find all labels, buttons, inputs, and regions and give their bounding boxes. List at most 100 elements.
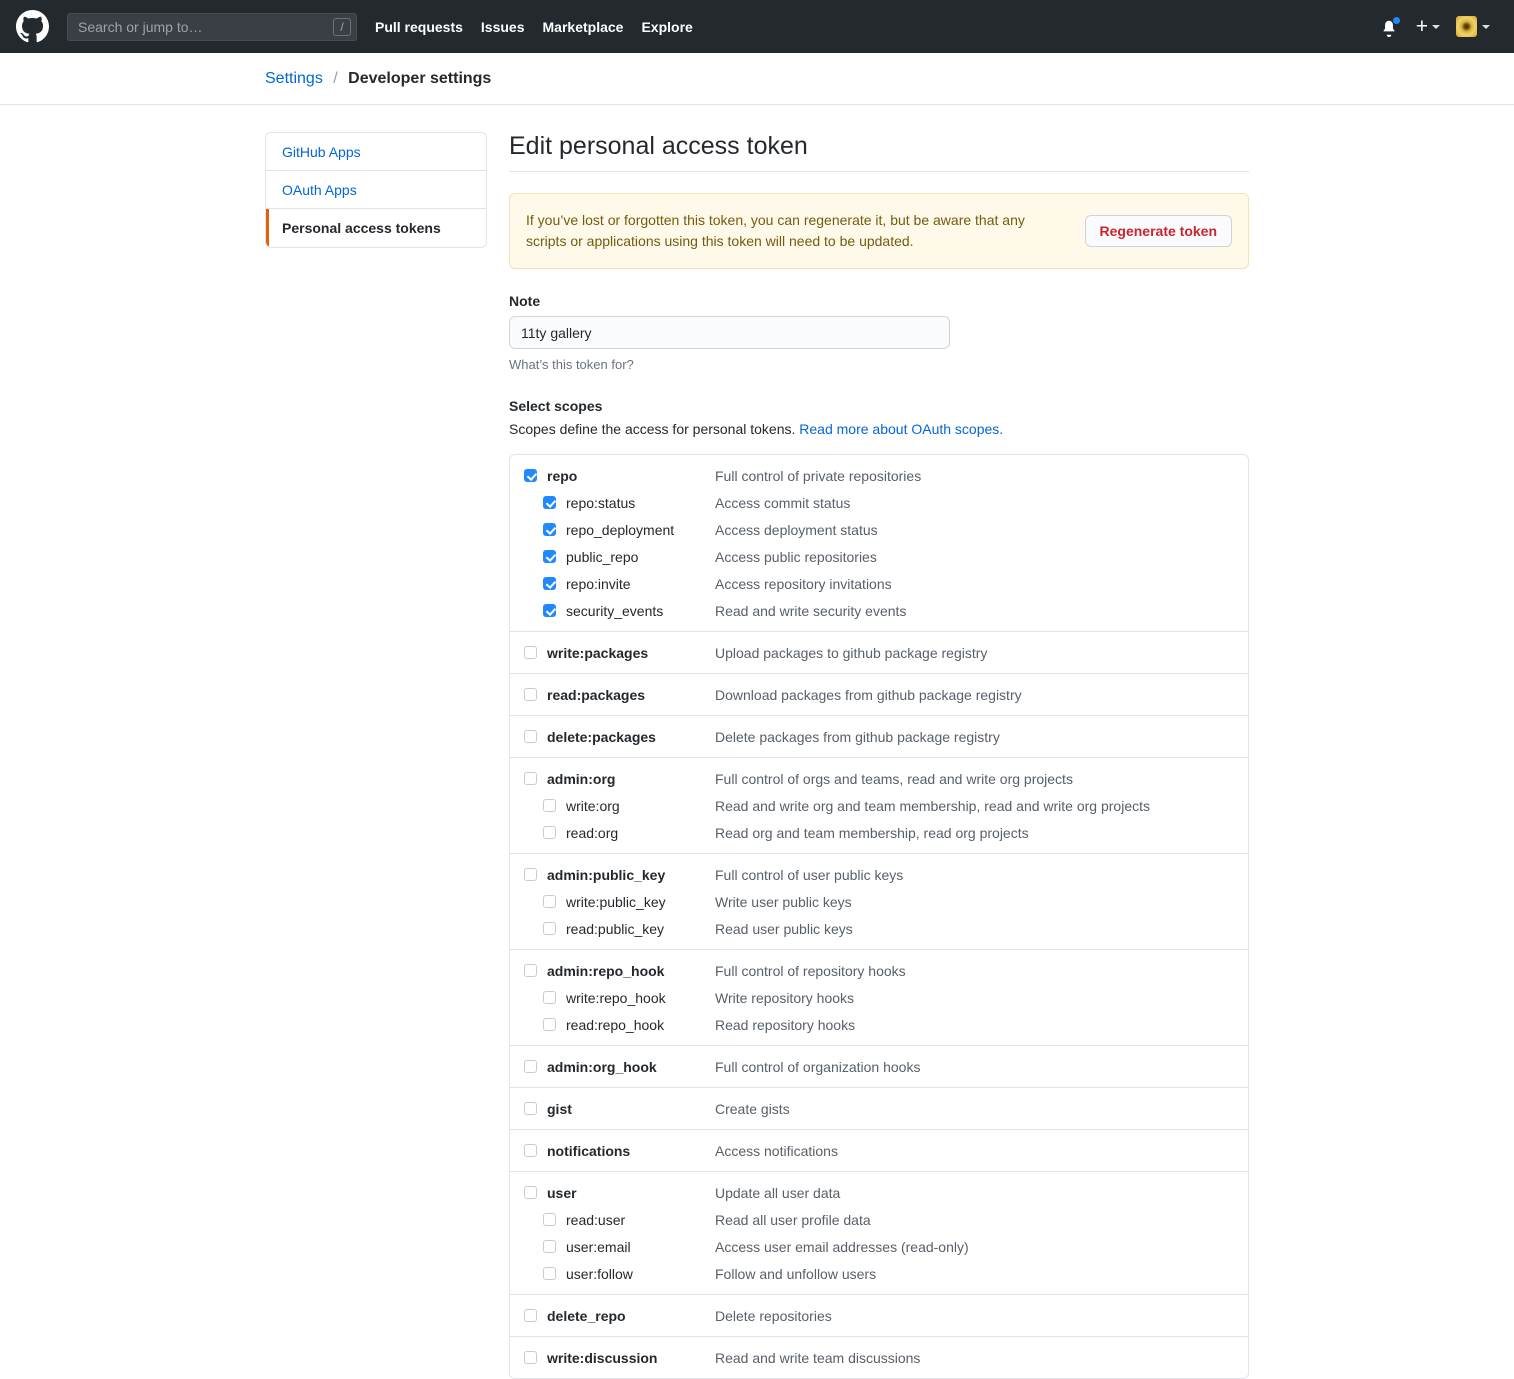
scope-row-repo[interactable]: repo Full control of private repositories: [510, 462, 1248, 489]
scope-checkbox-admin-repo-hook[interactable]: [524, 964, 537, 977]
scope-checkbox-write-org[interactable]: [543, 799, 556, 812]
scope-row-repo-status[interactable]: repo:status Access commit status: [510, 489, 1248, 516]
scope-row-gist[interactable]: gist Create gists: [510, 1095, 1248, 1122]
scope-name: repo: [547, 467, 578, 484]
scope-row-admin-public-key[interactable]: admin:public_key Full control of user pub…: [510, 861, 1248, 888]
breadcrumb-settings-link[interactable]: Settings: [265, 70, 323, 87]
scope-checkbox-notifications[interactable]: [524, 1144, 537, 1157]
scope-row-user[interactable]: user Update all user data: [510, 1179, 1248, 1206]
scope-group: delete:packages Delete packages from gith…: [510, 716, 1248, 758]
scope-checkbox-read-repo-hook[interactable]: [543, 1018, 556, 1031]
scope-checkbox-security-events[interactable]: [543, 604, 556, 617]
scope-checkbox-admin-public-key[interactable]: [524, 868, 537, 881]
scope-row-admin-repo-hook[interactable]: admin:repo_hook Full control of repositor…: [510, 957, 1248, 984]
scope-checkbox-read-packages[interactable]: [524, 688, 537, 701]
scope-row-read-packages[interactable]: read:packages Download packages from gith…: [510, 681, 1248, 708]
scope-group: read:packages Download packages from gith…: [510, 674, 1248, 716]
scope-checkbox-delete-repo[interactable]: [524, 1309, 537, 1322]
scope-name: delete_repo: [547, 1307, 626, 1324]
oauth-scopes-link[interactable]: Read more about OAuth scopes.: [799, 421, 1003, 437]
scope-row-repo-invite[interactable]: repo:invite Access repository invitations: [510, 570, 1248, 597]
scope-row-write-packages[interactable]: write:packages Upload packages to github …: [510, 639, 1248, 666]
scope-row-user-email[interactable]: user:email Access user email addresses (r…: [510, 1233, 1248, 1260]
scope-checkbox-user-follow[interactable]: [543, 1267, 556, 1280]
scope-row-read-org[interactable]: read:org Read org and team membership, re…: [510, 819, 1248, 846]
scope-row-write-org[interactable]: write:org Read and write org and team mem…: [510, 792, 1248, 819]
scope-row-write-repo-hook[interactable]: write:repo_hook Write repository hooks: [510, 984, 1248, 1011]
scope-row-write-public-key[interactable]: write:public_key Write user public keys: [510, 888, 1248, 915]
github-octocat-icon[interactable]: [16, 10, 49, 43]
scope-checkbox-gist[interactable]: [524, 1102, 537, 1115]
nav-explore[interactable]: Explore: [641, 19, 692, 35]
scope-row-repo-deployment[interactable]: repo_deployment Access deployment status: [510, 516, 1248, 543]
scope-row-read-user[interactable]: read:user Read all user profile data: [510, 1206, 1248, 1233]
scope-group: gist Create gists: [510, 1088, 1248, 1130]
note-input[interactable]: [509, 316, 950, 349]
scope-description: Write repository hooks: [715, 989, 855, 1006]
search-box[interactable]: /: [67, 12, 357, 41]
main-content: Edit personal access token If you’ve los…: [509, 132, 1249, 1379]
scope-row-read-public-key[interactable]: read:public_key Read user public keys: [510, 915, 1248, 942]
note-label: Note: [509, 293, 541, 309]
scope-name: write:org: [566, 797, 620, 814]
scope-row-notifications[interactable]: notifications Access notifications: [510, 1137, 1248, 1164]
search-input[interactable]: [67, 12, 357, 41]
sidebar-item-github-apps[interactable]: GitHub Apps: [266, 133, 486, 171]
scope-group: repo Full control of private repositories…: [510, 455, 1248, 632]
scope-row-admin-org-hook[interactable]: admin:org_hook Full control of organizati…: [510, 1053, 1248, 1080]
scope-checkbox-read-public-key[interactable]: [543, 922, 556, 935]
scope-row-public-repo[interactable]: public_repo Access public repositories: [510, 543, 1248, 570]
scope-checkbox-repo[interactable]: [524, 469, 537, 482]
scope-row-delete-packages[interactable]: delete:packages Delete packages from gith…: [510, 723, 1248, 750]
scope-checkbox-write-repo-hook[interactable]: [543, 991, 556, 1004]
page-title: Edit personal access token: [509, 132, 1249, 172]
scope-checkbox-admin-org-hook[interactable]: [524, 1060, 537, 1073]
scope-checkbox-user-email[interactable]: [543, 1240, 556, 1253]
nav-marketplace[interactable]: Marketplace: [543, 19, 624, 35]
scopes-list: repo Full control of private repositories…: [509, 454, 1249, 1379]
scope-row-security-events[interactable]: security_events Read and write security e…: [510, 597, 1248, 624]
create-new-button[interactable]: +: [1416, 16, 1440, 37]
scope-checkbox-read-user[interactable]: [543, 1213, 556, 1226]
notifications-button[interactable]: [1380, 15, 1401, 38]
scope-row-user-follow[interactable]: user:follow Follow and unfollow users: [510, 1260, 1248, 1287]
nav-pull-requests[interactable]: Pull requests: [375, 19, 463, 35]
note-hint: What’s this token for?: [509, 357, 634, 372]
scope-checkbox-repo-deployment[interactable]: [543, 523, 556, 536]
scope-row-write-discussion[interactable]: write:discussion Read and write team disc…: [510, 1344, 1248, 1371]
regenerate-token-button[interactable]: Regenerate token: [1084, 215, 1232, 247]
developer-settings-sidebar: GitHub Apps OAuth Apps Personal access t…: [265, 132, 487, 248]
page-body: GitHub Apps OAuth Apps Personal access t…: [0, 105, 1514, 1379]
scope-group: admin:org_hook Full control of organizati…: [510, 1046, 1248, 1088]
scope-description: Access user email addresses (read-only): [715, 1238, 969, 1255]
scopes-description-text: Scopes define the access for personal to…: [509, 421, 800, 437]
sidebar-item-personal-access-tokens[interactable]: Personal access tokens: [266, 209, 486, 247]
scope-name: read:user: [566, 1211, 626, 1228]
scope-checkbox-admin-org[interactable]: [524, 772, 537, 785]
scope-group: notifications Access notifications: [510, 1130, 1248, 1172]
user-menu-button[interactable]: [1456, 16, 1490, 37]
primary-nav: Pull requests Issues Marketplace Explore: [375, 19, 693, 35]
scope-description: Full control of private repositories: [715, 467, 922, 484]
scope-checkbox-write-public-key[interactable]: [543, 895, 556, 908]
scope-name: admin:repo_hook: [547, 962, 665, 979]
scope-name: write:packages: [547, 644, 649, 661]
scope-name: user:email: [566, 1238, 631, 1255]
scope-checkbox-write-discussion[interactable]: [524, 1351, 537, 1364]
scope-checkbox-public-repo[interactable]: [543, 550, 556, 563]
scope-name: admin:org_hook: [547, 1058, 657, 1075]
scope-checkbox-repo-invite[interactable]: [543, 577, 556, 590]
scope-row-delete-repo[interactable]: delete_repo Delete repositories: [510, 1302, 1248, 1329]
scope-row-admin-org[interactable]: admin:org Full control of orgs and teams,…: [510, 765, 1248, 792]
scope-description: Access repository invitations: [715, 575, 892, 592]
scope-description: Access public repositories: [715, 548, 877, 565]
sidebar-item-label: Personal access tokens: [282, 220, 441, 236]
scope-checkbox-read-org[interactable]: [543, 826, 556, 839]
nav-issues[interactable]: Issues: [481, 19, 525, 35]
scope-checkbox-user[interactable]: [524, 1186, 537, 1199]
scope-checkbox-delete-packages[interactable]: [524, 730, 537, 743]
scope-checkbox-repo-status[interactable]: [543, 496, 556, 509]
scope-checkbox-write-packages[interactable]: [524, 646, 537, 659]
sidebar-item-oauth-apps[interactable]: OAuth Apps: [266, 171, 486, 209]
scope-row-read-repo-hook[interactable]: read:repo_hook Read repository hooks: [510, 1011, 1248, 1038]
